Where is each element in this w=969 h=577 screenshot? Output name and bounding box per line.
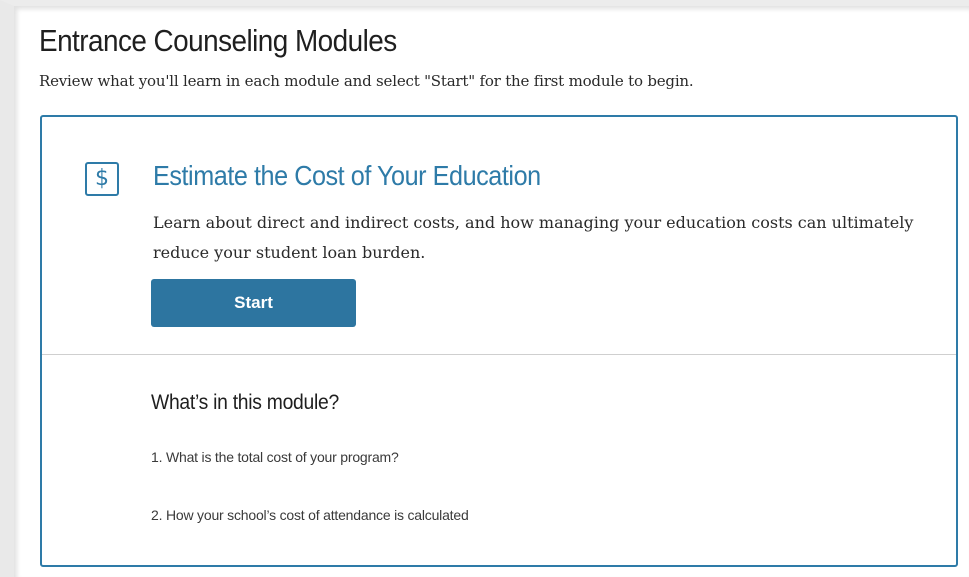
page-subtitle: Review what you'll learn in each module … xyxy=(39,72,694,90)
start-button[interactable]: Start xyxy=(151,279,356,327)
dollar-icon: $ xyxy=(85,162,119,196)
divider xyxy=(42,354,956,355)
page-title: Entrance Counseling Modules xyxy=(39,23,397,58)
module-contents-list: 1. What is the total cost of your progra… xyxy=(151,447,469,563)
list-item: 2. How your school’s cost of attendance … xyxy=(151,507,469,523)
module-description: Learn about direct and indirect costs, a… xyxy=(153,213,914,262)
list-item: 1. What is the total cost of your progra… xyxy=(151,449,399,465)
module-contents-heading: What’s in this module? xyxy=(151,391,339,414)
module-card: $ Estimate the Cost of Your Education Le… xyxy=(40,115,958,567)
module-title: Estimate the Cost of Your Education xyxy=(153,160,541,191)
